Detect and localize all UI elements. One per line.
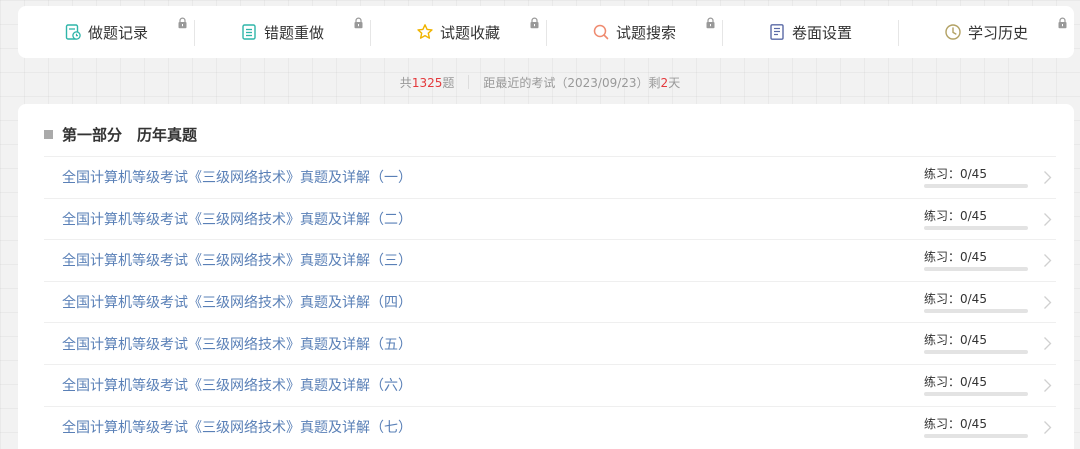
progress-text: 练习：0/45: [924, 208, 987, 223]
tool-label: 试题搜索: [615, 23, 676, 42]
lock-icon: [177, 14, 188, 29]
tool-favorites[interactable]: 试题收藏: [370, 6, 546, 58]
lock-icon: [529, 14, 540, 29]
toolbar: 做题记录 错题重做 试题收藏 试题搜索 卷面设置 学习历史: [18, 6, 1074, 58]
progress-text: 练习：0/45: [924, 291, 987, 306]
tool-label: 卷面设置: [791, 23, 852, 42]
section-title: 第一部分 历年真题: [62, 126, 198, 144]
stats-divider: [468, 75, 470, 89]
exam-list-item[interactable]: 全国计算机等级考试《三级网络技术》真题及详解（三） 练习：0/45: [44, 239, 1056, 281]
practice-progress: 练习：0/45: [924, 375, 1028, 396]
chevron-right-icon: [1043, 212, 1052, 227]
chevron-right-icon: [1043, 170, 1052, 185]
tool-wrong-redo[interactable]: 错题重做: [194, 6, 370, 58]
search-icon: [592, 23, 610, 41]
tool-label: 错题重做: [263, 23, 324, 42]
tool-paper-settings[interactable]: 卷面设置: [722, 6, 898, 58]
list-icon: [240, 23, 258, 41]
exam-title-link[interactable]: 全国计算机等级考试《三级网络技术》真题及详解（三）: [62, 250, 412, 270]
tool-practice-record[interactable]: 做题记录: [18, 6, 194, 58]
lock-icon: [705, 14, 716, 29]
progress-bar: [924, 308, 1028, 313]
practice-progress: 练习：0/45: [924, 167, 1028, 188]
chevron-right-icon: [1043, 420, 1052, 435]
exam-list-item[interactable]: 全国计算机等级考试《三级网络技术》真题及详解（七） 练习：0/45: [44, 405, 1056, 448]
exam-list: 全国计算机等级考试《三级网络技术》真题及详解（一） 练习：0/45 全国计算机等级考…: [44, 156, 1056, 447]
practice-progress: 练习：0/45: [924, 417, 1028, 438]
document-icon: [768, 23, 786, 41]
exam-title-link[interactable]: 全国计算机等级考试《三级网络技术》真题及详解（六）: [62, 375, 412, 395]
tool-label: 做题记录: [87, 23, 148, 42]
progress-bar: [924, 433, 1028, 438]
exam-title-link[interactable]: 全国计算机等级考试《三级网络技术》真题及详解（一）: [62, 167, 412, 187]
section-header: 第一部分 历年真题: [44, 124, 197, 145]
progress-bar: [924, 267, 1028, 272]
exam-list-item[interactable]: 全国计算机等级考试《三级网络技术》真题及详解（二） 练习：0/45: [44, 197, 1056, 240]
practice-progress: 练习：0/45: [924, 209, 1028, 230]
progress-text: 练习：0/45: [924, 374, 987, 389]
lock-icon: [1057, 14, 1068, 29]
progress-text: 练习：0/45: [924, 416, 987, 431]
practice-progress: 练习：0/45: [924, 250, 1028, 272]
tool-study-history[interactable]: 学习历史: [898, 6, 1074, 58]
star-icon: [416, 23, 434, 41]
exam-title-link[interactable]: 全国计算机等级考试《三级网络技术》真题及详解（二）: [62, 209, 412, 229]
exam-countdown-text: 距最近的考试（2023/09/23）剩2天: [483, 75, 681, 90]
exam-title-link[interactable]: 全国计算机等级考试《三级网络技术》真题及详解（四）: [62, 292, 412, 312]
lock-icon: [353, 14, 364, 29]
exam-list-panel: 第一部分 历年真题 全国计算机等级考试《三级网络技术》真题及详解（一） 练习：0/…: [18, 104, 1074, 449]
practice-progress: 练习：0/45: [924, 292, 1028, 313]
tool-search[interactable]: 试题搜索: [546, 6, 722, 58]
progress-text: 练习：0/45: [924, 250, 987, 265]
chevron-right-icon: [1043, 378, 1052, 393]
progress-bar: [924, 225, 1028, 230]
progress-text: 练习：0/45: [924, 167, 987, 181]
exam-list-item[interactable]: 全国计算机等级考试《三级网络技术》真题及详解（五） 练习：0/45: [44, 322, 1056, 364]
exam-title-link[interactable]: 全国计算机等级考试《三级网络技术》真题及详解（七）: [62, 417, 412, 437]
record-icon: [64, 23, 82, 41]
tool-label: 试题收藏: [439, 23, 500, 42]
section-marker-icon: [44, 130, 53, 139]
progress-bar: [924, 391, 1028, 396]
exam-list-item[interactable]: 全国计算机等级考试《三级网络技术》真题及详解（四） 练习：0/45: [44, 280, 1056, 323]
exam-list-item[interactable]: 全国计算机等级考试《三级网络技术》真题及详解（一） 练习：0/45: [44, 156, 1056, 198]
chevron-right-icon: [1043, 253, 1052, 268]
progress-bar: [924, 350, 1028, 355]
question-stats: 共1325题 距最近的考试（2023/09/23）剩2天: [0, 72, 1080, 92]
clock-icon: [944, 23, 962, 41]
tool-label: 学习历史: [967, 23, 1028, 42]
exam-title-link[interactable]: 全国计算机等级考试《三级网络技术》真题及详解（五）: [62, 334, 412, 354]
progress-bar: [924, 184, 1028, 188]
practice-progress: 练习：0/45: [924, 333, 1028, 355]
chevron-right-icon: [1043, 336, 1052, 351]
exam-list-item[interactable]: 全国计算机等级考试《三级网络技术》真题及详解（六） 练习：0/45: [44, 363, 1056, 406]
total-count: 1325: [411, 75, 443, 90]
total-count-text: 共1325题: [399, 75, 455, 90]
chevron-right-icon: [1043, 295, 1052, 310]
progress-text: 练习：0/45: [924, 333, 987, 348]
